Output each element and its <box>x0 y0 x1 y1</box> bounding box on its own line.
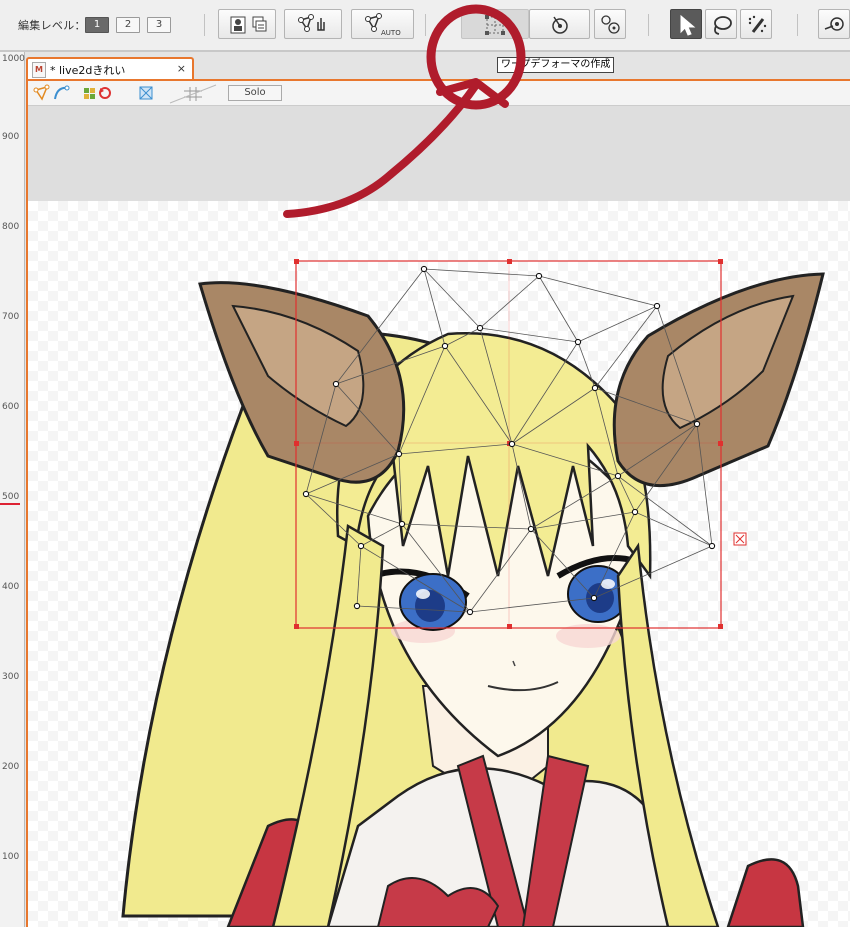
annotation-arrow-shaft <box>283 81 480 218</box>
annotation-arrow <box>283 4 526 218</box>
